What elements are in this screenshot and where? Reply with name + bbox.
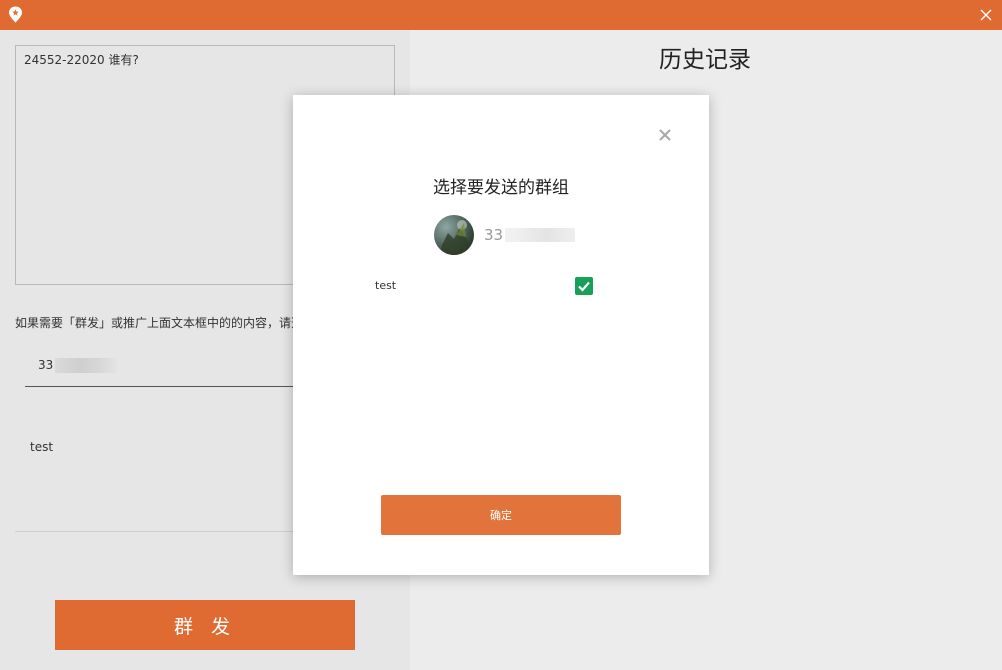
account-prefix: 33: [38, 358, 54, 372]
redacted-account: [505, 228, 576, 242]
close-icon[interactable]: [974, 3, 998, 27]
group-item-label: test: [375, 279, 397, 292]
group-checkbox[interactable]: [575, 277, 593, 295]
location-pin-icon: [6, 5, 25, 24]
selected-group-label: test: [30, 440, 54, 454]
instruction-text: 如果需要「群发」或推广上面文本框中的的内容，请选: [15, 316, 304, 330]
dialog-title: 选择要发送的群组: [433, 178, 569, 198]
close-icon[interactable]: [655, 125, 675, 145]
select-group-dialog: 选择要发送的群组 33 test 确定: [293, 95, 709, 575]
account-prefix: 33: [484, 226, 504, 244]
confirm-button[interactable]: 确定: [381, 495, 621, 535]
avatar: [434, 215, 474, 255]
account-row: 33: [434, 215, 576, 255]
redacted-account: [55, 358, 118, 373]
account-name: 33: [484, 226, 576, 244]
title-bar: [0, 0, 1002, 30]
account-field[interactable]: 33: [25, 350, 325, 387]
history-title: 历史记录: [659, 47, 751, 73]
divider: [15, 531, 315, 532]
check-icon: [578, 281, 590, 292]
mass-send-button[interactable]: 群 发: [55, 600, 355, 650]
